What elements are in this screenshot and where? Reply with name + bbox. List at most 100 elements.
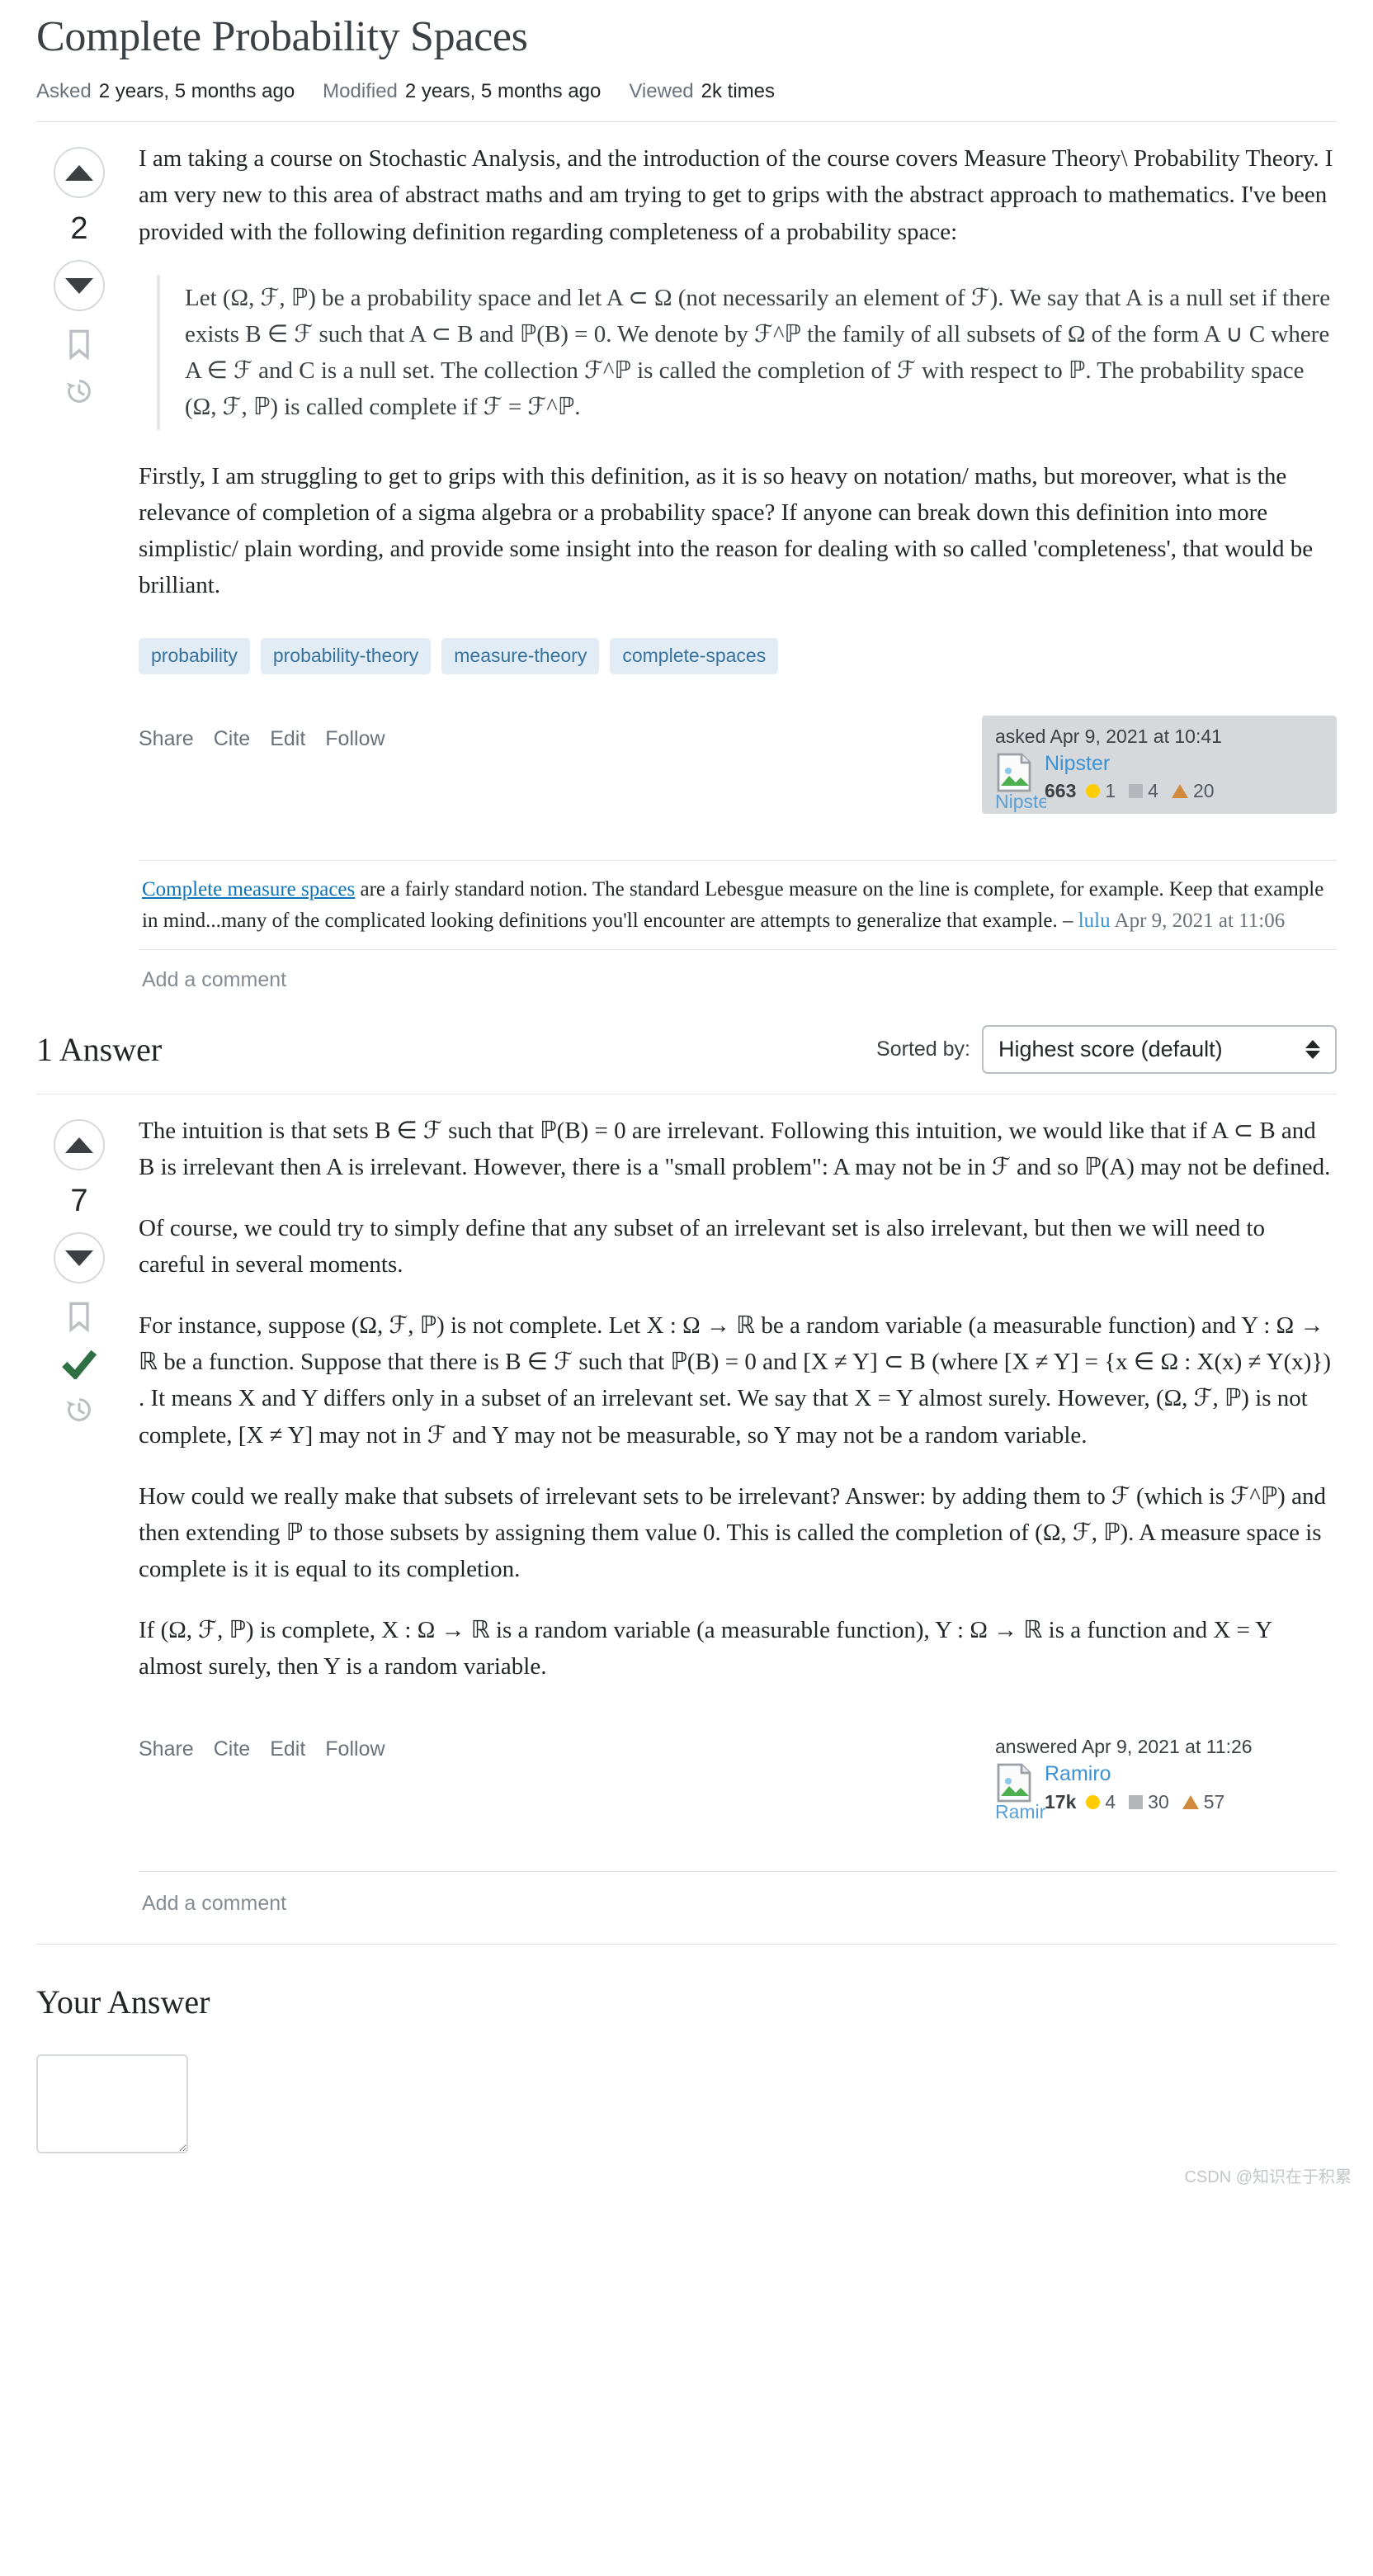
- bronze-badge-count: 20: [1192, 780, 1215, 802]
- silver-badge-icon: [1129, 784, 1144, 799]
- comment-date: Apr 9, 2021 at 11:06: [1110, 909, 1286, 932]
- arrow-down-icon: [65, 277, 93, 294]
- question-asked-time: asked Apr 9, 2021 at 10:41: [995, 725, 1222, 747]
- stat-asked-value: 2 years, 5 months ago: [98, 80, 295, 103]
- question-comments: Complete measure spaces are a fairly sta…: [139, 860, 1337, 992]
- question-user-card: asked Apr 9, 2021 at 10:41 Nipste Nipste…: [982, 715, 1337, 815]
- answer-footer: Share Cite Edit Follow answered Apr 9, 2…: [139, 1726, 1337, 1825]
- question-user-name[interactable]: Nipster: [1045, 752, 1323, 776]
- answer-comments: Add a comment: [139, 1870, 1337, 1916]
- answer-actions: Share Cite Edit Follow: [139, 1726, 385, 1761]
- question-tag-list: probability probability-theory measure-t…: [139, 638, 1337, 674]
- sort-label: Sorted by:: [876, 1037, 970, 1061]
- cite-button[interactable]: Cite: [214, 727, 250, 751]
- question-upvote-button[interactable]: [54, 147, 105, 199]
- gold-badge-count: 1: [1105, 780, 1116, 802]
- answer-paragraph-3: For instance, suppose (Ω, ℱ, ℙ) is not c…: [139, 1312, 1331, 1449]
- question-vote-count: 2: [70, 211, 88, 247]
- history-icon[interactable]: [65, 1396, 93, 1424]
- question-icon-stack: [65, 329, 93, 405]
- add-comment-link[interactable]: Add a comment: [139, 950, 1337, 992]
- comment-author[interactable]: lulu: [1078, 910, 1111, 932]
- answer-upvote-button[interactable]: [54, 1119, 105, 1171]
- edit-button[interactable]: Edit: [270, 1737, 305, 1761]
- stat-asked: Asked 2 years, 5 months ago: [36, 80, 295, 103]
- your-answer-heading: Your Answer: [36, 1983, 210, 2021]
- avatar-alt-text: Ramir: [995, 1801, 1046, 1823]
- silver-badge-count: 4: [1148, 780, 1158, 802]
- tag-probability-theory[interactable]: probability-theory: [260, 638, 432, 674]
- answer-count-heading: 1 Answer: [36, 1031, 163, 1069]
- avatar: Nipste: [995, 753, 1046, 812]
- history-icon[interactable]: [65, 377, 93, 405]
- stat-modified-value: 2 years, 5 months ago: [404, 80, 602, 103]
- follow-button[interactable]: Follow: [325, 1737, 385, 1761]
- question-stats: Asked 2 years, 5 months ago Modified 2 y…: [36, 80, 1337, 121]
- stat-viewed-label: Viewed: [629, 80, 694, 103]
- page-title: Complete Probability Spaces: [36, 13, 528, 60]
- stat-modified-label: Modified: [323, 80, 398, 103]
- answers-header: 1 Answer Sorted by: Highest score (defau…: [0, 992, 1373, 1075]
- answer-user-info: Ramiro 17k 4 30 57: [1045, 1763, 1323, 1813]
- share-button[interactable]: Share: [139, 727, 194, 751]
- blockquote-text: Let (Ω, ℱ, ℙ) be a probability space and…: [185, 280, 1337, 425]
- answer-editor-textarea[interactable]: [36, 2054, 188, 2153]
- question-body: I am taking a course on Stochastic Analy…: [122, 140, 1337, 992]
- answer-vote-column: 7: [36, 1113, 122, 1916]
- bookmark-icon[interactable]: [67, 329, 92, 361]
- answer-user-badges: 17k 4 30 57: [1045, 1791, 1323, 1813]
- answer-vote-count: 7: [70, 1184, 88, 1219]
- question-user-row: Nipste Nipster 663 1 4 20: [995, 752, 1323, 812]
- answer-user-card: answered Apr 9, 2021 at 11:26 Ramir Rami…: [982, 1726, 1337, 1825]
- arrow-up-icon: [65, 164, 93, 181]
- question-header: Complete Probability Spaces Asked 2 year…: [0, 0, 1373, 121]
- question-user-badges: 663 1 4 20: [1045, 780, 1323, 802]
- question-post: 2 I am taking a course on Stochastic Ana…: [0, 122, 1373, 992]
- tag-probability[interactable]: probability: [139, 638, 250, 674]
- add-comment-link[interactable]: Add a comment: [139, 1872, 1337, 1916]
- answer-body: The intuition is that sets B ∈ ℱ such th…: [122, 1113, 1337, 1916]
- answer-user-name[interactable]: Ramiro: [1045, 1763, 1323, 1786]
- stat-viewed: Viewed 2k times: [629, 80, 775, 103]
- bookmark-icon[interactable]: [67, 1302, 92, 1333]
- question-paragraph-1: I am taking a course on Stochastic Analy…: [139, 145, 1333, 245]
- accepted-answer-checkmark-icon[interactable]: [62, 1349, 97, 1380]
- answer-post: 7 The intuition is that sets B ∈ ℱ such …: [0, 1094, 1373, 1916]
- stat-viewed-value: 2k times: [701, 80, 775, 103]
- answer-sort-control: Sorted by: Highest score (default): [876, 1025, 1337, 1075]
- gold-badge-count: 4: [1105, 1790, 1116, 1813]
- answer-paragraph-1: The intuition is that sets B ∈ ℱ such th…: [139, 1118, 1331, 1181]
- tag-complete-spaces[interactable]: complete-spaces: [610, 638, 779, 674]
- avatar-alt-text: Nipste: [995, 790, 1046, 812]
- gold-badge-icon: [1086, 784, 1101, 799]
- question-downvote-button[interactable]: [54, 260, 105, 312]
- answer-user-row: Ramir Ramiro 17k 4 30 57: [995, 1763, 1323, 1823]
- sort-select[interactable]: Highest score (default): [982, 1025, 1337, 1075]
- comment-item: Complete measure spaces are a fairly sta…: [139, 861, 1337, 951]
- tag-measure-theory[interactable]: measure-theory: [441, 638, 600, 674]
- bronze-badge-count: 57: [1203, 1790, 1225, 1813]
- answer-paragraph-2: Of course, we could try to simply define…: [139, 1215, 1266, 1279]
- answer-user-reputation: 17k: [1045, 1790, 1077, 1813]
- question-vote-column: 2: [36, 140, 122, 992]
- your-answer-section: Your Answer: [0, 1945, 1373, 2158]
- edit-button[interactable]: Edit: [270, 727, 305, 751]
- bronze-badge-icon: [1182, 1794, 1199, 1809]
- answer-downvote-button[interactable]: [54, 1232, 105, 1284]
- chevron-updown-icon: [1305, 1040, 1320, 1060]
- comment-link[interactable]: Complete measure spaces: [142, 878, 355, 900]
- question-page: Complete Probability Spaces Asked 2 year…: [0, 0, 1373, 2207]
- answer-paragraph-4: How could we really make that subsets of…: [139, 1482, 1326, 1582]
- share-button[interactable]: Share: [139, 1737, 194, 1761]
- question-actions: Share Cite Edit Follow: [139, 716, 385, 751]
- sort-selected-value: Highest score (default): [998, 1037, 1223, 1062]
- question-blockquote: Let (Ω, ℱ, ℙ) be a probability space and…: [157, 274, 1337, 430]
- follow-button[interactable]: Follow: [325, 727, 385, 751]
- avatar: Ramir: [995, 1763, 1045, 1822]
- cite-button[interactable]: Cite: [214, 1737, 250, 1761]
- silver-badge-count: 30: [1148, 1790, 1169, 1813]
- question-paragraph-2: Firstly, I am struggling to get to grips…: [139, 462, 1314, 599]
- question-user-reputation: 663: [1045, 780, 1077, 802]
- bronze-badge-icon: [1171, 784, 1188, 799]
- comment-text: Complete measure spaces are a fairly sta…: [142, 874, 1337, 936]
